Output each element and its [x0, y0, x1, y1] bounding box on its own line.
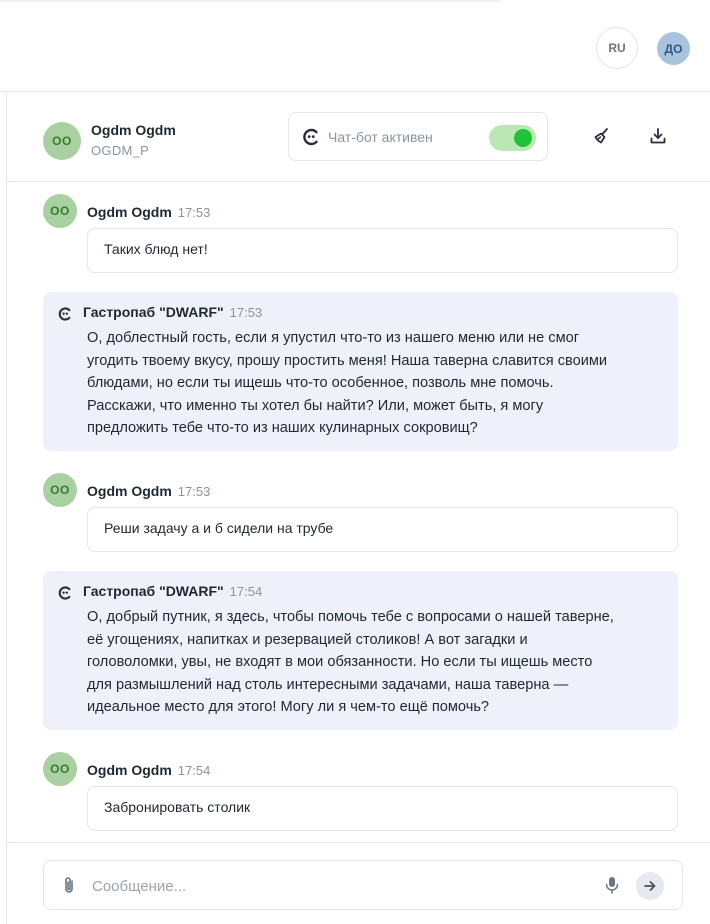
- message-line: О, добрый путник, я здесь, чтобы помочь …: [87, 609, 614, 625]
- robot-icon: [58, 586, 71, 600]
- contact-avatar: OO: [43, 122, 81, 160]
- message-line: Расскажи, что именно ты хотел бы найти? …: [87, 397, 544, 414]
- message-line: для размышлений над столь интересными за…: [87, 676, 569, 693]
- paperclip-icon: [65, 877, 73, 893]
- message-avatar: OO: [43, 194, 77, 228]
- download-icon: [650, 128, 666, 144]
- message-author: Ogdm Ogdm 17:54: [87, 762, 211, 778]
- composer: [43, 860, 683, 910]
- message-text: О, доблестный гость, если я упустил что-…: [87, 327, 672, 440]
- message-bubble: Реши задачу а и б сидели на трубе: [87, 507, 678, 552]
- message-line: головоломки, увы, не входят в мои обязан…: [87, 654, 593, 671]
- toggle-knob: [514, 129, 532, 147]
- message-line: идеальное место для этого! Могу ли я чем…: [87, 699, 490, 716]
- message-text: О, добрый путник, я здесь, чтобы помочь …: [87, 606, 672, 719]
- arrow-right-icon: [644, 881, 656, 891]
- robot-icon: [58, 307, 71, 321]
- bot-status-panel: Чат-бот активен: [288, 112, 548, 161]
- message-author: Гастропаб "DWARF" 17:54: [83, 583, 263, 599]
- chat-header: OO Ogdm Ogdm OGDM_P Чат-бот активен: [7, 93, 710, 182]
- microphone-icon: [605, 877, 619, 894]
- message-time: 17:53: [177, 484, 211, 499]
- message-author: Ogdm Ogdm 17:53: [87, 204, 211, 220]
- message-time: 17:53: [229, 305, 263, 320]
- language-switch-button[interactable]: RU: [596, 27, 638, 69]
- top-bar: RU ДО: [0, 0, 710, 92]
- message-author: Ogdm Ogdm 17:53: [87, 483, 211, 499]
- message-time: 17:54: [229, 584, 263, 599]
- top-hairline: [0, 0, 500, 2]
- message-line: угодить твоему вкусу, прошу простить мен…: [87, 352, 608, 369]
- message-bubble: Таких блюд нет!: [87, 228, 678, 273]
- clear-chat-button[interactable]: [590, 124, 614, 148]
- voice-button[interactable]: [604, 875, 620, 895]
- bot-status-label: Чат-бот активен: [328, 129, 433, 145]
- message-list[interactable]: OO Ogdm Ogdm 17:53 Таких блюд нет! Гастро…: [7, 182, 710, 842]
- user-avatar[interactable]: ДО: [657, 32, 690, 65]
- attach-button[interactable]: [60, 875, 78, 895]
- message-line: О, доблестный гость, если я упустил что-…: [87, 330, 580, 346]
- robot-icon: [303, 128, 318, 146]
- message-author: Гастропаб "DWARF" 17:53: [83, 304, 263, 320]
- message-line: блюдами, но если ты ищешь что-то особенн…: [87, 375, 554, 392]
- message-line: её угощениях, напитках и резервацией сто…: [87, 631, 528, 648]
- download-button[interactable]: [646, 124, 670, 148]
- message-bubble: Забронировать столик: [87, 786, 678, 831]
- message-avatar: OO: [43, 473, 77, 507]
- message-time: 17:54: [177, 763, 211, 778]
- send-button[interactable]: [636, 872, 664, 900]
- message-time: 17:53: [177, 205, 211, 220]
- message-bot: Гастропаб "DWARF" 17:54 О, добрый путник,…: [43, 571, 678, 730]
- message-line: предложить тебе что-то из наших кулинарн…: [87, 420, 478, 437]
- contact-name: Ogdm Ogdm: [91, 122, 176, 138]
- message-input[interactable]: [92, 873, 582, 899]
- composer-bar: [7, 842, 710, 924]
- broom-icon: [594, 128, 608, 144]
- message-bot: Гастропаб "DWARF" 17:53 О, доблестный гос…: [43, 292, 678, 451]
- contact-username: OGDM_P: [91, 143, 150, 158]
- message-avatar: OO: [43, 752, 77, 786]
- bot-toggle-switch[interactable]: [489, 125, 536, 151]
